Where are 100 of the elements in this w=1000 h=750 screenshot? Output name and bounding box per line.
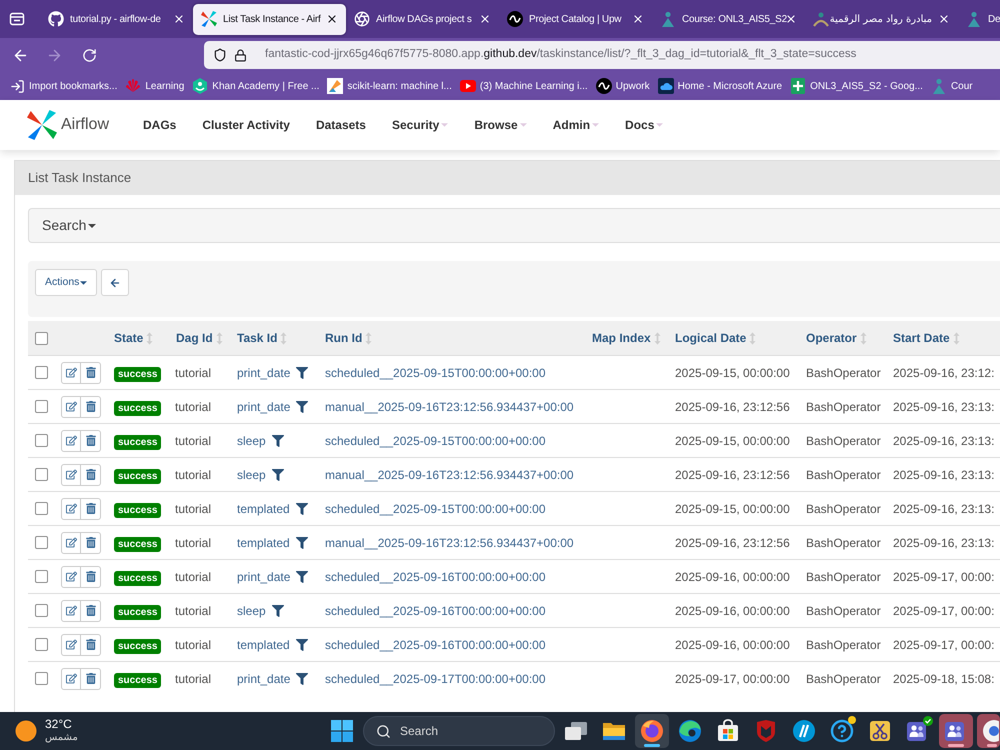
filter-icon[interactable] — [296, 366, 308, 378]
task-id-link[interactable]: sleep — [237, 432, 266, 450]
run-id-link[interactable]: scheduled__2025-09-17T00:00:00+00:00 — [325, 672, 546, 686]
nav-link[interactable]: Admin — [552, 116, 600, 134]
browser-tab[interactable]: Airflow DAGs project s — [346, 4, 499, 34]
taskbar-app-button[interactable] — [635, 714, 669, 748]
sun-icon[interactable] — [15, 720, 37, 742]
run-id-link[interactable]: manual__2025-09-16T23:12:56.934437+00:00 — [325, 536, 574, 550]
checkbox[interactable] — [35, 672, 48, 685]
taskbar-app-button[interactable] — [977, 714, 1000, 748]
delete-button[interactable] — [81, 566, 101, 588]
browser-tab[interactable]: مبادرة رواد مصر الرقمية — [805, 4, 958, 34]
checkbox[interactable] — [35, 570, 48, 583]
browser-tab[interactable]: Course: ONL3_AIS5_S2 — [652, 4, 805, 34]
delete-button[interactable] — [81, 498, 101, 520]
task-id-link[interactable]: print_date — [237, 670, 290, 688]
delete-button[interactable] — [81, 634, 101, 656]
run-id-link[interactable]: scheduled__2025-09-15T00:00:00+00:00 — [325, 366, 546, 380]
nav-link[interactable]: Browse — [474, 116, 527, 134]
filter-icon[interactable] — [272, 434, 284, 446]
search-toggle[interactable]: Search — [42, 215, 96, 236]
edit-button[interactable] — [61, 430, 81, 452]
task-id-link[interactable]: templated — [237, 500, 290, 518]
column-header[interactable]: Operator — [806, 329, 867, 347]
task-id-link[interactable]: print_date — [237, 398, 290, 416]
run-id-link[interactable]: scheduled__2025-09-16T00:00:00+00:00 — [325, 638, 546, 652]
run-id-link[interactable]: manual__2025-09-16T23:12:56.934437+00:00 — [325, 468, 574, 482]
browser-tab[interactable]: List Task Instance - Airf — [193, 4, 346, 34]
delete-button[interactable] — [81, 396, 101, 418]
back-button[interactable] — [101, 269, 130, 296]
delete-button[interactable] — [81, 362, 101, 384]
delete-button[interactable] — [81, 600, 101, 622]
home-link[interactable]: Airflow — [27, 110, 110, 140]
checkbox[interactable] — [35, 536, 48, 549]
run-id-link[interactable]: scheduled__2025-09-16T00:00:00+00:00 — [325, 570, 546, 584]
column-header[interactable]: Logical Date — [675, 329, 756, 347]
filter-icon[interactable] — [272, 604, 284, 616]
browser-tab[interactable]: Project Catalog | Upw — [499, 4, 652, 34]
filter-icon[interactable] — [296, 502, 308, 514]
run-id-link[interactable]: manual__2025-09-16T23:12:56.934437+00:00 — [325, 400, 574, 414]
filter-icon[interactable] — [296, 536, 308, 548]
edit-button[interactable] — [61, 634, 81, 656]
bookmark-link[interactable]: Import bookmarks... — [10, 78, 118, 94]
shield-icon[interactable] — [213, 48, 227, 62]
bookmark-link[interactable]: Khan Academy | Free ... — [192, 78, 320, 94]
tab-list-icon[interactable] — [9, 11, 25, 27]
edit-button[interactable] — [61, 532, 81, 554]
taskbar-search-field[interactable]: Search — [363, 716, 555, 746]
bookmark-link[interactable]: Cour — [930, 78, 973, 94]
bookmark-link[interactable]: ONL3_AIS5_S2 - Goog... — [790, 78, 923, 94]
bookmark-link[interactable]: Upwork — [596, 78, 650, 94]
checkbox[interactable] — [35, 434, 48, 447]
filter-icon[interactable] — [272, 468, 284, 480]
column-header[interactable]: Dag Id — [176, 329, 223, 347]
filter-icon[interactable] — [296, 638, 308, 650]
windows-logo-icon[interactable] — [331, 720, 353, 742]
column-header[interactable]: State — [114, 329, 154, 347]
nav-link[interactable]: Datasets — [316, 116, 366, 134]
actions-button[interactable]: Actions — [35, 269, 98, 296]
edit-button[interactable] — [61, 362, 81, 384]
checkbox[interactable] — [35, 332, 48, 344]
task-id-link[interactable]: sleep — [237, 602, 266, 620]
lock-icon[interactable] — [234, 48, 247, 62]
close-icon[interactable] — [326, 13, 338, 25]
browser-tab[interactable]: De — [958, 4, 1000, 34]
close-icon[interactable] — [479, 13, 491, 25]
run-id-link[interactable]: scheduled__2025-09-15T00:00:00+00:00 — [325, 434, 546, 448]
checkbox[interactable] — [35, 400, 48, 413]
bookmark-link[interactable]: Learning — [125, 78, 184, 94]
task-id-link[interactable]: templated — [237, 636, 290, 654]
bookmark-link[interactable]: (3) Machine Learning i... — [460, 78, 588, 94]
close-icon[interactable] — [785, 13, 797, 25]
checkbox[interactable] — [35, 604, 48, 617]
edit-button[interactable] — [61, 498, 81, 520]
filter-icon[interactable] — [296, 400, 308, 412]
task-id-link[interactable]: sleep — [237, 466, 266, 484]
edit-button[interactable] — [61, 464, 81, 486]
delete-button[interactable] — [81, 532, 101, 554]
filter-icon[interactable] — [296, 672, 308, 684]
run-id-link[interactable]: scheduled__2025-09-16T00:00:00+00:00 — [325, 604, 546, 618]
delete-button[interactable] — [81, 430, 101, 452]
nav-link[interactable]: Cluster Activity — [202, 116, 290, 134]
browser-tab[interactable]: tutorial.py - airflow-de — [40, 4, 193, 34]
column-header[interactable]: Run Id — [325, 329, 372, 347]
delete-button[interactable] — [81, 464, 101, 486]
task-id-link[interactable]: print_date — [237, 364, 290, 382]
close-icon[interactable] — [173, 13, 185, 25]
edit-button[interactable] — [61, 566, 81, 588]
reload-icon[interactable] — [82, 48, 97, 62]
taskbar-app-button[interactable] — [939, 714, 973, 748]
task-id-link[interactable]: templated — [237, 534, 290, 552]
nav-link[interactable]: Docs — [625, 116, 664, 134]
checkbox[interactable] — [35, 468, 48, 481]
column-header[interactable]: Task Id — [237, 329, 288, 347]
bookmark-link[interactable]: scikit-learn: machine l... — [327, 78, 452, 94]
nav-link[interactable]: DAGs — [143, 116, 176, 134]
delete-button[interactable] — [81, 668, 101, 690]
close-icon[interactable] — [938, 13, 950, 25]
address-field[interactable]: fantastic-cod-jjrx65g46q67f5775-8080.app.github.dev/taskinstance/list/?_flt_3_dag_id=tutorial&_flt_3_state=success — [204, 41, 1000, 69]
task-id-link[interactable]: print_date — [237, 568, 290, 586]
